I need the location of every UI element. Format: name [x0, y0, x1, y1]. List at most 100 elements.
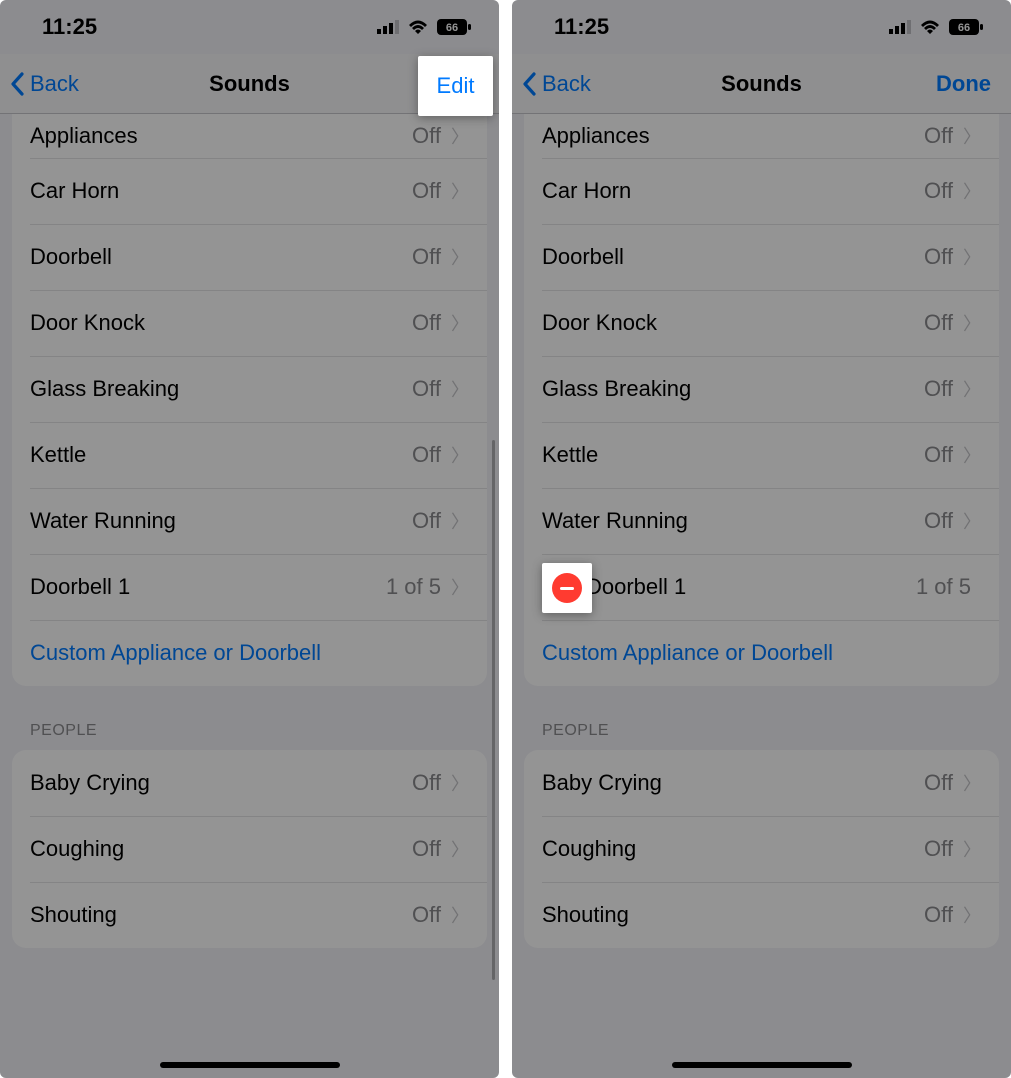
home-indicator[interactable] — [672, 1062, 852, 1068]
chevron-right-icon: 〉 — [963, 178, 981, 204]
cellular-icon — [377, 20, 399, 34]
chevron-right-icon: 〉 — [451, 310, 469, 336]
row-custom-link[interactable]: Custom Appliance or Doorbell — [12, 620, 487, 686]
back-label: Back — [30, 71, 79, 97]
row-label: Water Running — [30, 508, 412, 534]
row-doorbell-1[interactable]: Doorbell 1 1 of 5 〉 — [12, 554, 487, 620]
row-label: Baby Crying — [542, 770, 924, 796]
row-label: Car Horn — [542, 178, 924, 204]
row-label: Shouting — [542, 902, 924, 928]
delete-icon[interactable] — [552, 573, 582, 603]
row-doorbell-1[interactable]: Doorbell 1 1 of 5 — [524, 554, 999, 620]
row-car-horn[interactable]: Car Horn Off 〉 — [524, 158, 999, 224]
row-baby-crying[interactable]: Baby Crying Off 〉 — [12, 750, 487, 816]
chevron-right-icon: 〉 — [963, 376, 981, 402]
home-indicator[interactable] — [160, 1062, 340, 1068]
back-label: Back — [542, 71, 591, 97]
row-doorbell[interactable]: Doorbell Off 〉 — [12, 224, 487, 290]
row-kettle[interactable]: Kettle Off 〉 — [524, 422, 999, 488]
row-label: Door Knock — [542, 310, 924, 336]
chevron-right-icon: 〉 — [451, 178, 469, 204]
row-label: Appliances — [30, 123, 412, 149]
edit-highlight-label[interactable]: Edit — [437, 73, 475, 99]
row-value: Off — [412, 244, 441, 270]
row-baby-crying[interactable]: Baby Crying Off 〉 — [524, 750, 999, 816]
custom-link-label: Custom Appliance or Doorbell — [542, 640, 981, 666]
row-label: Glass Breaking — [542, 376, 924, 402]
scroll-indicator[interactable] — [492, 440, 495, 980]
chevron-right-icon: 〉 — [451, 244, 469, 270]
row-value: 1 of 5 — [916, 574, 971, 600]
svg-text:66: 66 — [446, 22, 458, 34]
row-value: Off — [924, 178, 953, 204]
highlight-edit: Edit — [418, 56, 493, 116]
section-header-people: PEOPLE — [30, 722, 469, 740]
left-screenshot: 11:25 66 Back Sounds Edit Appliances Off — [0, 0, 499, 1078]
row-water-running[interactable]: Water Running Off 〉 — [12, 488, 487, 554]
row-label: Doorbell — [542, 244, 924, 270]
row-value: Off — [924, 442, 953, 468]
chevron-right-icon: 〉 — [451, 123, 469, 149]
right-screenshot: 11:25 66 Back Sounds Done Appliances Off — [512, 0, 1011, 1078]
back-button[interactable]: Back — [522, 71, 591, 97]
row-label: Door Knock — [30, 310, 412, 336]
row-label: Shouting — [30, 902, 412, 928]
row-appliances[interactable]: Appliances Off 〉 — [12, 114, 487, 158]
row-value: Off — [412, 310, 441, 336]
row-shouting[interactable]: Shouting Off 〉 — [524, 882, 999, 948]
row-kettle[interactable]: Kettle Off 〉 — [12, 422, 487, 488]
row-value: Off — [924, 244, 953, 270]
chevron-left-icon — [522, 72, 538, 96]
row-value: Off — [924, 376, 953, 402]
row-custom-link[interactable]: Custom Appliance or Doorbell — [524, 620, 999, 686]
row-value: Off — [412, 123, 441, 149]
row-value: Off — [924, 902, 953, 928]
section-header-people: PEOPLE — [542, 722, 981, 740]
row-door-knock[interactable]: Door Knock Off 〉 — [12, 290, 487, 356]
sounds-group: Appliances Off 〉 Car Horn Off 〉 Doorbell… — [524, 114, 999, 686]
people-group: Baby Crying Off 〉 Coughing Off 〉 Shoutin… — [524, 750, 999, 948]
row-door-knock[interactable]: Door Knock Off 〉 — [524, 290, 999, 356]
row-value: Off — [412, 442, 441, 468]
row-value: Off — [924, 508, 953, 534]
row-shouting[interactable]: Shouting Off 〉 — [12, 882, 487, 948]
chevron-right-icon: 〉 — [963, 442, 981, 468]
row-value: Off — [924, 310, 953, 336]
wifi-icon — [919, 19, 941, 35]
status-time: 11:25 — [554, 14, 609, 40]
row-value: Off — [412, 376, 441, 402]
row-value: Off — [412, 508, 441, 534]
row-label: Glass Breaking — [30, 376, 412, 402]
row-value: Off — [412, 770, 441, 796]
row-glass-breaking[interactable]: Glass Breaking Off 〉 — [12, 356, 487, 422]
row-label: Appliances — [542, 123, 924, 149]
done-button[interactable]: Done — [936, 71, 991, 97]
chevron-right-icon: 〉 — [963, 902, 981, 928]
svg-text:66: 66 — [958, 22, 970, 34]
row-label: Kettle — [30, 442, 412, 468]
row-coughing[interactable]: Coughing Off 〉 — [12, 816, 487, 882]
row-label: Coughing — [30, 836, 412, 862]
sounds-group: Appliances Off 〉 Car Horn Off 〉 Doorbell… — [12, 114, 487, 686]
row-label: Doorbell — [30, 244, 412, 270]
chevron-right-icon: 〉 — [963, 508, 981, 534]
row-car-horn[interactable]: Car Horn Off 〉 — [12, 158, 487, 224]
chevron-right-icon: 〉 — [451, 902, 469, 928]
row-label: Kettle — [542, 442, 924, 468]
row-doorbell[interactable]: Doorbell Off 〉 — [524, 224, 999, 290]
row-coughing[interactable]: Coughing Off 〉 — [524, 816, 999, 882]
row-label: Baby Crying — [30, 770, 412, 796]
row-value: Off — [412, 836, 441, 862]
row-value: Off — [924, 836, 953, 862]
custom-link-label: Custom Appliance or Doorbell — [30, 640, 469, 666]
chevron-right-icon: 〉 — [451, 442, 469, 468]
back-button[interactable]: Back — [10, 71, 79, 97]
row-appliances[interactable]: Appliances Off 〉 — [524, 114, 999, 158]
status-bar: 11:25 66 — [512, 0, 1011, 54]
row-glass-breaking[interactable]: Glass Breaking Off 〉 — [524, 356, 999, 422]
status-time: 11:25 — [42, 14, 97, 40]
chevron-right-icon: 〉 — [451, 836, 469, 862]
battery-icon: 66 — [437, 19, 471, 35]
row-label: Car Horn — [30, 178, 412, 204]
row-water-running[interactable]: Water Running Off 〉 — [524, 488, 999, 554]
